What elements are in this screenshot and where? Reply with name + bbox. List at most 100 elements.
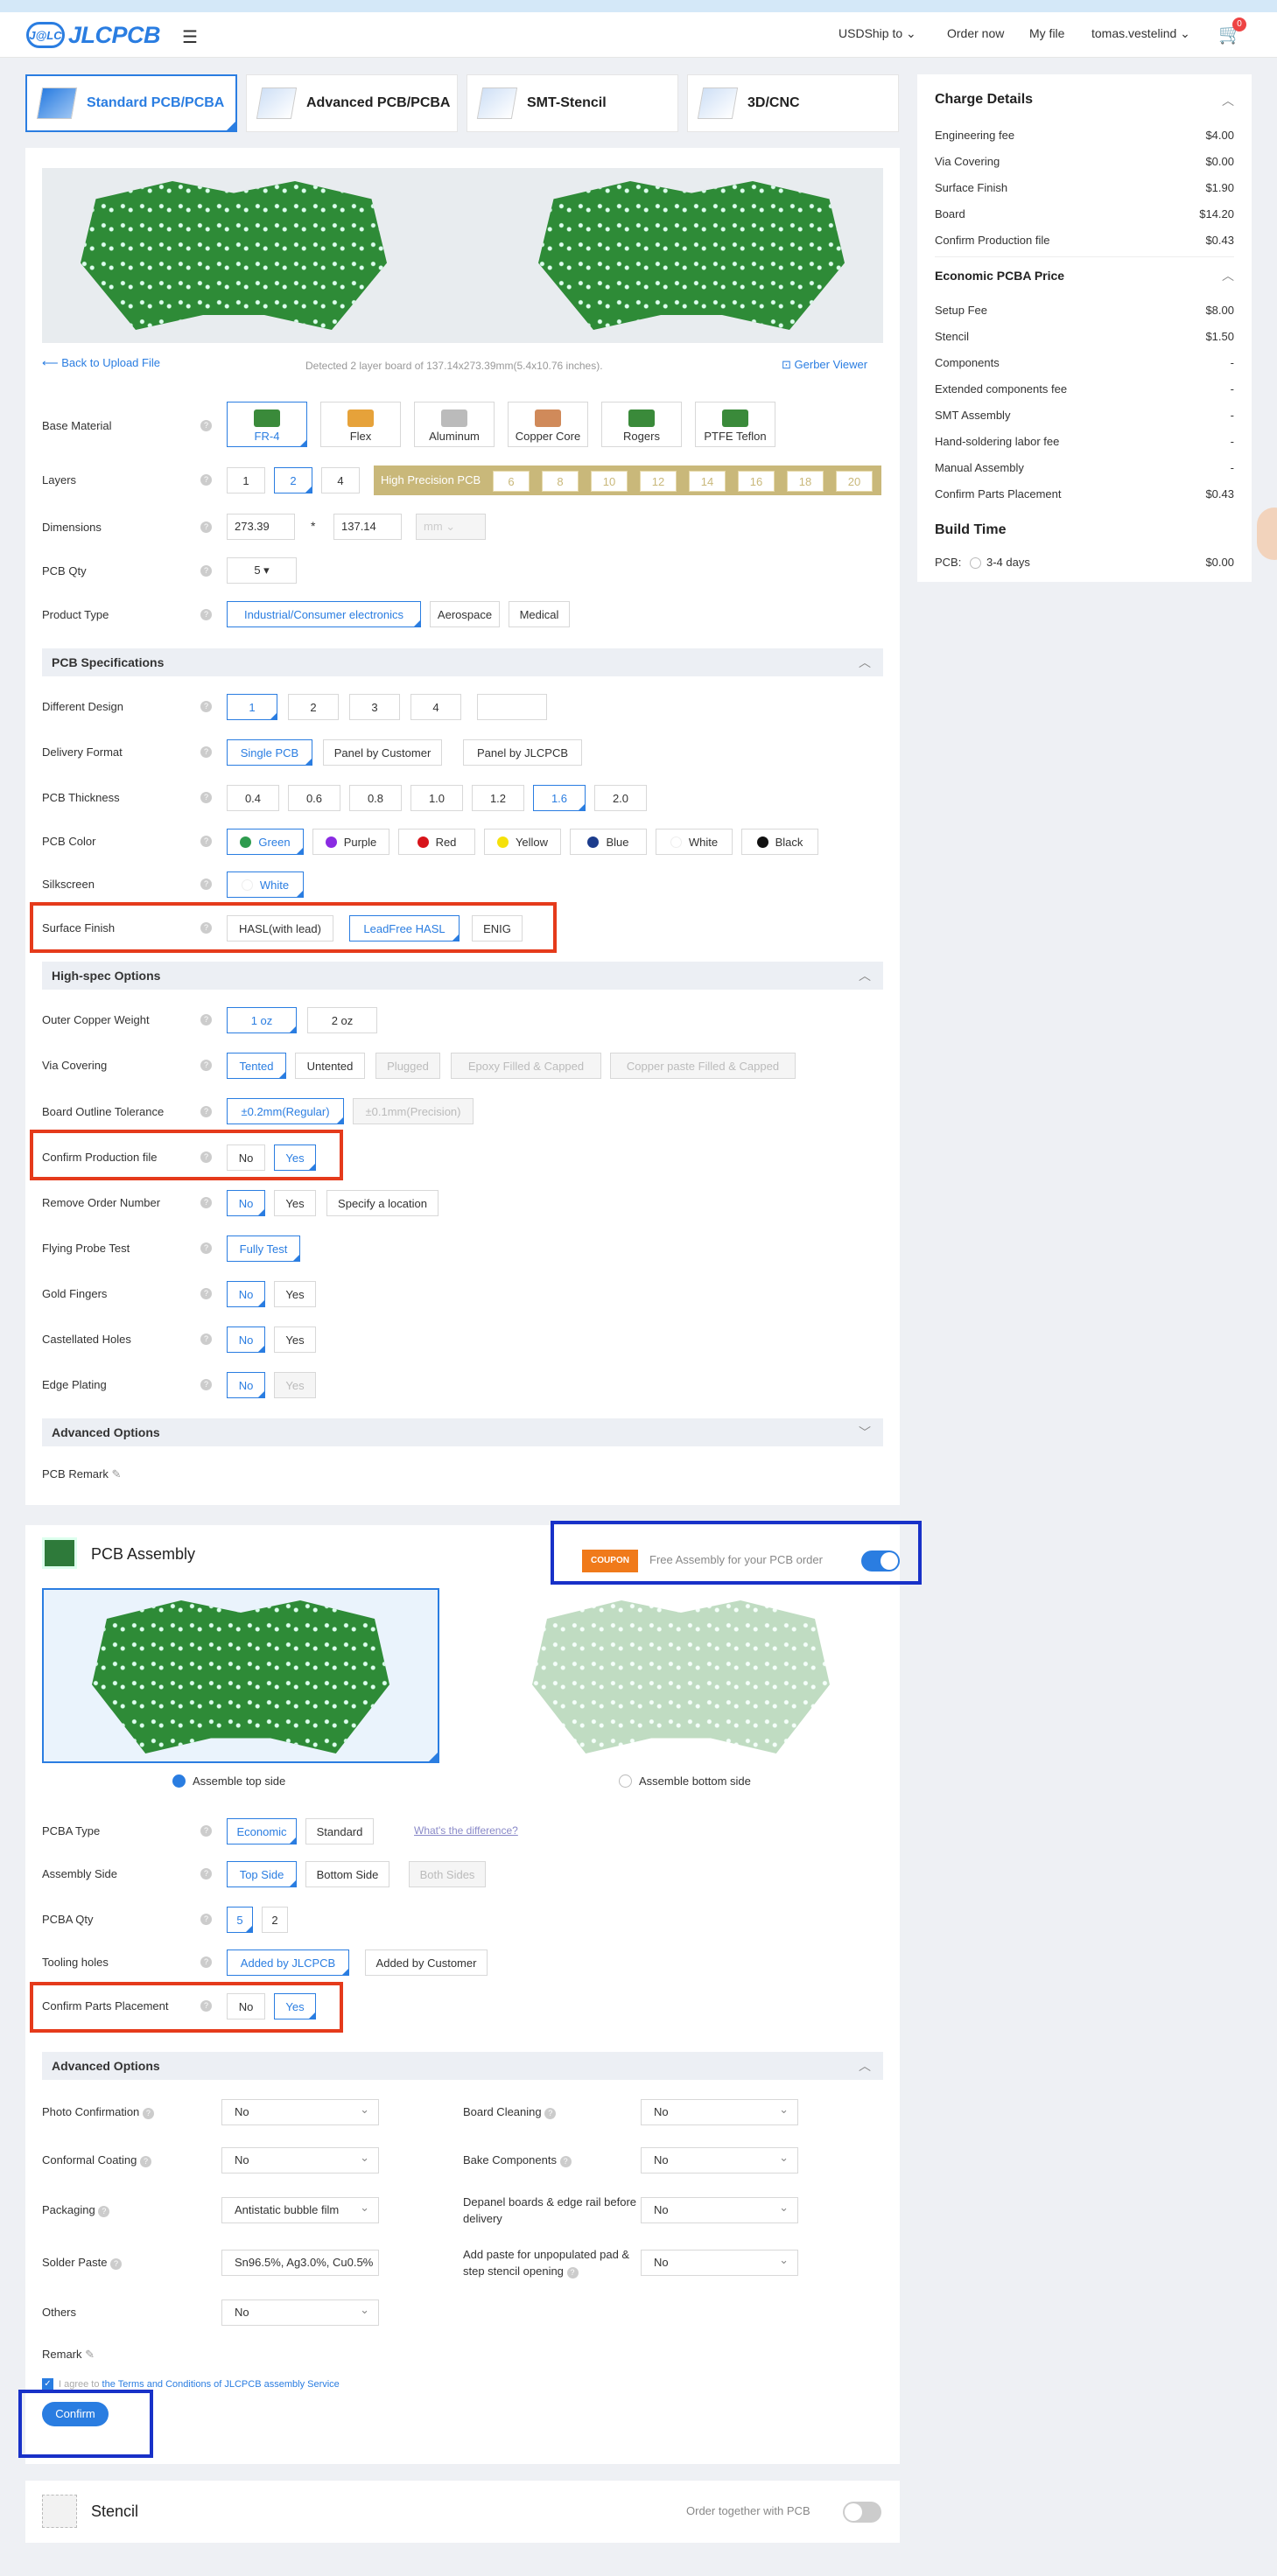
thickness-option[interactable]: 0.6 xyxy=(288,785,340,811)
help-icon[interactable]: ? xyxy=(200,609,212,620)
via-epoxy[interactable]: Epoxy Filled & Capped xyxy=(451,1053,601,1079)
remove-order-yes[interactable]: Yes xyxy=(274,1190,316,1216)
help-icon[interactable]: ? xyxy=(200,522,212,533)
design-option-3[interactable]: 3 xyxy=(349,694,400,720)
jlcpcb-logo[interactable]: J@LC JLCPCB xyxy=(26,19,161,51)
board-cleaning-select[interactable]: No xyxy=(641,2099,798,2125)
help-icon[interactable]: ? xyxy=(200,1956,212,1968)
thickness-option-selected[interactable]: 1.6 xyxy=(533,785,586,811)
radio-dot[interactable] xyxy=(969,557,981,570)
hp-layer-option[interactable]: 8 xyxy=(542,471,579,492)
radio-assemble-bottom[interactable]: Assemble bottom side xyxy=(619,1774,751,1788)
pcba-qty-5[interactable]: 5 xyxy=(227,1907,253,1933)
side-both[interactable]: Both Sides xyxy=(409,1861,486,1887)
tolerance-regular[interactable]: ±0.2mm(Regular) xyxy=(227,1098,344,1124)
hp-layer-option[interactable]: 6 xyxy=(493,471,530,492)
layers-option-2[interactable]: 2 xyxy=(274,467,312,494)
depanel-select[interactable]: No xyxy=(641,2197,798,2223)
my-file-link[interactable]: My file xyxy=(1029,26,1064,40)
product-type-medical[interactable]: Medical xyxy=(509,601,570,627)
delivery-panel-jlcpcb[interactable]: Panel by JLCPCB xyxy=(463,739,582,766)
help-icon[interactable]: ? xyxy=(200,878,212,890)
user-menu[interactable]: tomas.vestelind ⌄ xyxy=(1091,26,1190,41)
help-icon[interactable]: ? xyxy=(110,2258,123,2270)
color-yellow[interactable]: Yellow xyxy=(484,829,561,855)
hp-layer-option[interactable]: 12 xyxy=(640,471,677,492)
color-blue[interactable]: Blue xyxy=(570,829,647,855)
support-avatar[interactable] xyxy=(1257,508,1277,560)
help-icon[interactable]: ? xyxy=(200,420,212,431)
via-tented[interactable]: Tented xyxy=(227,1053,286,1079)
delivery-panel-customer[interactable]: Panel by Customer xyxy=(323,739,442,766)
color-purple[interactable]: Purple xyxy=(312,829,389,855)
color-red[interactable]: Red xyxy=(398,829,475,855)
side-top[interactable]: Top Side xyxy=(227,1861,297,1887)
others-select[interactable]: No xyxy=(221,2300,379,2326)
back-to-upload-link[interactable]: ⟵ Back to Upload File xyxy=(42,356,160,370)
help-icon[interactable]: ? xyxy=(98,2206,110,2217)
tab-advanced-pcb[interactable]: Advanced PCB/PCBA xyxy=(246,74,458,132)
unit-select[interactable]: mm ⌄ xyxy=(416,514,486,540)
tolerance-precision[interactable]: ±0.1mm(Precision) xyxy=(353,1098,474,1124)
help-icon[interactable]: ? xyxy=(142,2108,154,2119)
thickness-option[interactable]: 0.4 xyxy=(227,785,279,811)
add-paste-select[interactable]: No xyxy=(641,2250,798,2276)
help-icon[interactable]: ? xyxy=(200,701,212,712)
castellated-no[interactable]: No xyxy=(227,1326,265,1353)
help-icon[interactable]: ? xyxy=(200,1242,212,1254)
photo-confirmation-select[interactable]: No xyxy=(221,2099,379,2125)
help-icon[interactable]: ? xyxy=(140,2156,152,2167)
design-option-2[interactable]: 2 xyxy=(288,694,339,720)
remove-order-no[interactable]: No xyxy=(227,1190,265,1216)
gold-yes[interactable]: Yes xyxy=(274,1281,316,1307)
gold-no[interactable]: No xyxy=(227,1281,265,1307)
packaging-select[interactable]: Antistatic bubble film xyxy=(221,2197,379,2223)
color-black[interactable]: Black xyxy=(741,829,818,855)
tooling-customer[interactable]: Added by Customer xyxy=(365,1950,488,1976)
tab-standard-pcb[interactable]: Standard PCB/PCBA xyxy=(25,74,237,132)
help-icon[interactable]: ? xyxy=(200,746,212,758)
flying-probe-full[interactable]: Fully Test xyxy=(227,1236,300,1262)
chevron-up-icon[interactable]: ︿ xyxy=(1222,267,1234,284)
difference-link[interactable]: What's the difference? xyxy=(414,1824,518,1837)
help-icon[interactable]: ? xyxy=(200,1106,212,1117)
product-type-industrial[interactable]: Industrial/Consumer electronics xyxy=(227,601,421,627)
color-green[interactable]: Green xyxy=(227,829,304,855)
material-flex[interactable]: Flex xyxy=(320,402,401,447)
design-option-4[interactable]: 4 xyxy=(410,694,461,720)
help-icon[interactable]: ? xyxy=(200,1060,212,1071)
help-icon[interactable]: ? xyxy=(544,2108,557,2119)
thickness-option[interactable]: 0.8 xyxy=(349,785,402,811)
radio-assemble-top[interactable]: Assemble top side xyxy=(172,1774,285,1788)
help-icon[interactable]: ? xyxy=(200,474,212,486)
assembly-advanced-header[interactable]: Advanced Options ︿ xyxy=(42,2052,883,2080)
help-icon[interactable]: ? xyxy=(566,2267,579,2278)
thickness-option[interactable]: 2.0 xyxy=(594,785,647,811)
hp-layer-option[interactable]: 18 xyxy=(787,471,824,492)
material-aluminum[interactable]: Aluminum xyxy=(414,402,495,447)
product-type-aerospace[interactable]: Aerospace xyxy=(430,601,500,627)
tooling-jlcpcb[interactable]: Added by JLCPCB xyxy=(227,1950,349,1976)
tab-smt-stencil[interactable]: SMT-Stencil xyxy=(467,74,678,132)
material-rogers[interactable]: Rogers xyxy=(601,402,682,447)
help-icon[interactable]: ? xyxy=(200,1288,212,1299)
via-copper-paste[interactable]: Copper paste Filled & Capped xyxy=(610,1053,796,1079)
conformal-coating-select[interactable]: No xyxy=(221,2147,379,2174)
help-icon[interactable]: ? xyxy=(200,1825,212,1837)
hp-layer-option[interactable]: 14 xyxy=(689,471,726,492)
hp-layer-option[interactable]: 16 xyxy=(738,471,775,492)
edge-yes[interactable]: Yes xyxy=(274,1372,316,1398)
order-now-link[interactable]: Order now xyxy=(947,26,1004,40)
agree-checkbox[interactable]: ✓ xyxy=(42,2378,53,2390)
menu-icon[interactable]: ☰ xyxy=(182,26,198,48)
pcba-qty-2[interactable]: 2 xyxy=(262,1907,288,1933)
thickness-option[interactable]: 1.2 xyxy=(472,785,524,811)
hp-layer-option[interactable]: 20 xyxy=(836,471,873,492)
design-option-1[interactable]: 1 xyxy=(227,694,277,720)
help-icon[interactable]: ? xyxy=(200,1197,212,1208)
pcb-remark-label[interactable]: PCB Remark ✎ xyxy=(42,1467,121,1481)
help-icon[interactable]: ? xyxy=(200,1334,212,1345)
design-custom-input[interactable] xyxy=(477,694,547,720)
gerber-viewer-link[interactable]: ⊡ Gerber Viewer xyxy=(782,358,867,372)
help-icon[interactable]: ? xyxy=(200,1914,212,1925)
